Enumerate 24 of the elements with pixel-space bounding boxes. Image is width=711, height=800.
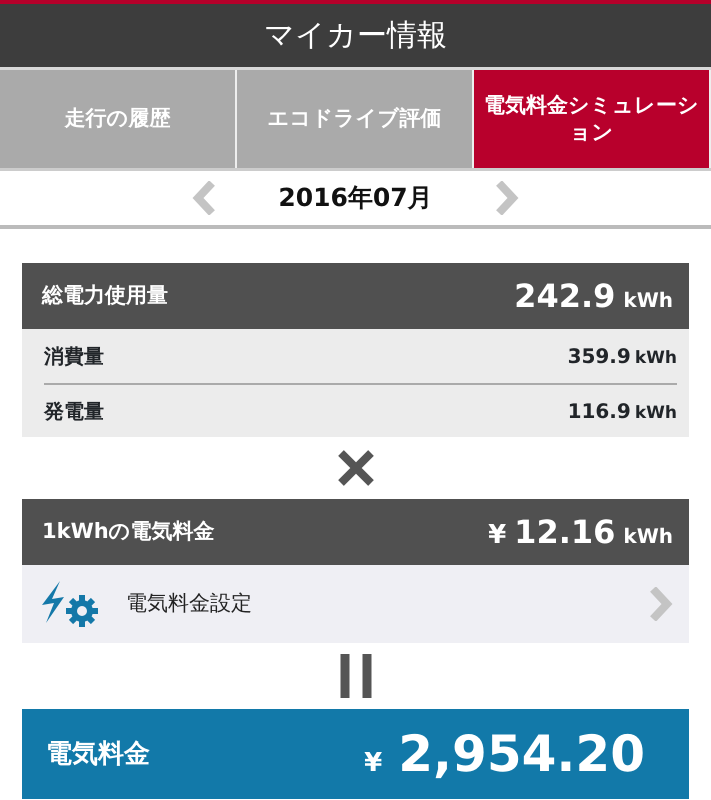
settings-label: 電気料金設定: [126, 590, 253, 618]
result-value: 2,954.20: [398, 724, 645, 784]
page-title: マイカー情報: [264, 17, 447, 55]
currency-symbol: ¥: [364, 746, 382, 780]
settings-row[interactable]: 電気料金設定: [22, 565, 689, 643]
month-label: 2016年07月: [278, 182, 433, 214]
tab[interactable]: 電気料金シミュレーション: [474, 70, 711, 168]
rate-value: 12.16: [514, 512, 616, 553]
result-label: 電気料金: [46, 738, 150, 770]
unit-label: kWh: [623, 523, 673, 550]
row-value: 116.9: [568, 398, 631, 425]
equals-icon: [338, 654, 372, 698]
total-label: 総電力使用量: [42, 282, 168, 310]
unit-label: kWh: [634, 402, 677, 425]
chevron-right-icon: [647, 587, 673, 621]
unit-label: kWh: [634, 346, 677, 370]
row-value: 359.9: [568, 342, 631, 370]
unit-label: kWh: [623, 287, 673, 314]
row-label: 発電量: [44, 398, 104, 425]
currency-symbol: ¥: [488, 519, 506, 552]
row-label: 消費量: [44, 343, 104, 370]
multiply-icon: [336, 448, 376, 488]
total-value: 242.9: [514, 276, 616, 317]
rate-label: 1kWhの電気料金: [42, 518, 215, 546]
